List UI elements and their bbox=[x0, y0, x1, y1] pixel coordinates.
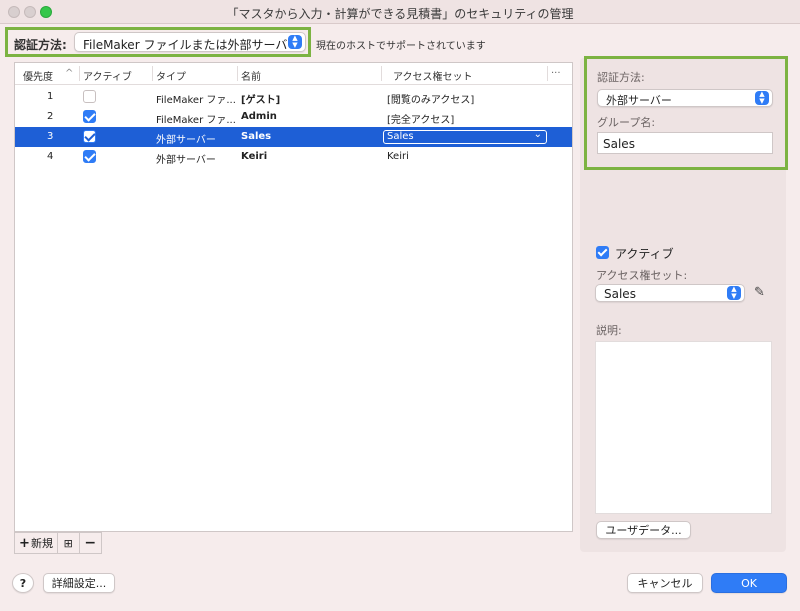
row-active-checkbox[interactable] bbox=[83, 150, 96, 163]
cancel-button[interactable]: キャンセル bbox=[627, 573, 703, 593]
table-row[interactable]: 4 外部サーバー Keiri Keiri bbox=[15, 147, 572, 167]
duplicate-icon: ⊞ bbox=[63, 536, 73, 550]
row-active-checkbox[interactable] bbox=[83, 110, 96, 123]
auth-method-label: 認証方法: bbox=[14, 38, 67, 52]
row-name: Admin bbox=[241, 111, 277, 122]
row-priority: 2 bbox=[47, 111, 54, 122]
plus-icon: + bbox=[19, 535, 30, 551]
active-checkbox[interactable] bbox=[596, 246, 609, 259]
group-name-label: グループ名: bbox=[597, 116, 656, 129]
col-divider bbox=[152, 66, 153, 81]
auth-detail-group: 認証方法: 外部サーバー ▲ ▼ グループ名: Sales bbox=[584, 56, 788, 170]
group-name-value: Sales bbox=[603, 137, 635, 151]
accounts-table: 優先度 ^ アクティブ タイプ 名前 アクセス権セット ··· 1 FileMa… bbox=[14, 62, 573, 532]
access-set-select[interactable]: Sales ▲ ▼ bbox=[595, 284, 745, 302]
col-active[interactable]: アクティブ bbox=[83, 68, 132, 83]
row-priority: 3 bbox=[47, 131, 54, 142]
minus-icon: − bbox=[84, 535, 97, 551]
col-name[interactable]: 名前 bbox=[241, 68, 261, 83]
detail-auth-label: 認証方法: bbox=[597, 71, 645, 84]
advanced-settings-button[interactable]: 詳細設定... bbox=[43, 573, 115, 593]
row-priority: 1 bbox=[47, 91, 54, 102]
window-title: 「マスタから入力・計算ができる見積書」のセキュリティの管理 bbox=[226, 7, 574, 21]
table-header: 優先度 ^ アクティブ タイプ 名前 アクセス権セット ··· bbox=[15, 63, 572, 85]
chevron-down-icon: ⌄ bbox=[533, 129, 542, 140]
col-divider bbox=[547, 66, 548, 81]
ok-button[interactable]: OK bbox=[711, 573, 787, 593]
user-data-button[interactable]: ユーザデータ... bbox=[596, 521, 691, 539]
new-account-label: 新規 bbox=[30, 537, 53, 550]
table-row-selected[interactable]: 3 外部サーバー Sales Sales ⌄ bbox=[15, 127, 572, 147]
row-access: [閲覧のみアクセス] bbox=[387, 95, 475, 106]
row-access: Keiri bbox=[387, 151, 409, 162]
access-set-label: アクセス権セット: bbox=[596, 269, 688, 282]
updown-chevron-icon: ▲ ▼ bbox=[727, 286, 741, 300]
active-label: アクティブ bbox=[615, 247, 674, 261]
table-row[interactable]: 2 FileMaker ファ... Admin [完全アクセス] bbox=[15, 107, 572, 127]
col-divider bbox=[381, 66, 382, 81]
updown-chevron-icon: ▲ ▼ bbox=[755, 91, 769, 105]
row-type: FileMaker ファ... bbox=[156, 115, 236, 126]
row-access: Sales bbox=[387, 131, 414, 142]
col-type[interactable]: タイプ bbox=[156, 68, 186, 83]
row-name: Keiri bbox=[241, 151, 268, 162]
col-priority[interactable]: 優先度 bbox=[23, 68, 53, 83]
auth-method-group: 認証方法: FileMaker ファイルまたは外部サーバー ▲ ▼ bbox=[5, 27, 311, 57]
detail-auth-value: 外部サーバー bbox=[606, 94, 672, 107]
table-row[interactable]: 1 FileMaker ファ... [ゲスト] [閲覧のみアクセス] bbox=[15, 87, 572, 107]
table-action-bar: + 新規 ⊞ − bbox=[14, 532, 102, 554]
row-active-checkbox[interactable] bbox=[83, 130, 96, 143]
row-type: 外部サーバー bbox=[156, 135, 216, 146]
more-columns-icon[interactable]: ··· bbox=[551, 68, 561, 79]
description-textarea[interactable] bbox=[595, 341, 772, 514]
new-account-button[interactable]: + 新規 bbox=[15, 533, 58, 553]
auth-method-select[interactable]: FileMaker ファイルまたは外部サーバー ▲ ▼ bbox=[74, 32, 306, 52]
detail-auth-select[interactable]: 外部サーバー ▲ ▼ bbox=[597, 89, 773, 107]
col-divider bbox=[237, 66, 238, 81]
row-type: 外部サーバー bbox=[156, 155, 216, 166]
auth-support-note: 現在のホストでサポートされています bbox=[316, 41, 486, 52]
title-bar: 「マスタから入力・計算ができる見積書」のセキュリティの管理 bbox=[0, 0, 800, 24]
row-active-checkbox[interactable] bbox=[83, 90, 96, 103]
remove-account-button[interactable]: − bbox=[80, 533, 101, 553]
col-access[interactable]: アクセス権セット bbox=[393, 68, 473, 83]
updown-chevron-icon: ▲ ▼ bbox=[288, 35, 302, 49]
col-divider bbox=[79, 66, 80, 81]
sort-ascending-icon[interactable]: ^ bbox=[65, 68, 73, 79]
row-name: Sales bbox=[241, 131, 272, 142]
duplicate-account-button[interactable]: ⊞ bbox=[58, 533, 80, 553]
access-set-value: Sales bbox=[604, 287, 636, 301]
row-name: [ゲスト] bbox=[241, 95, 281, 106]
row-type: FileMaker ファ... bbox=[156, 95, 236, 106]
help-button[interactable]: ? bbox=[12, 573, 34, 593]
group-name-input[interactable]: Sales bbox=[597, 132, 773, 154]
description-label: 説明: bbox=[596, 324, 622, 337]
row-access: [完全アクセス] bbox=[387, 115, 455, 126]
edit-pencil-icon[interactable]: ✎ bbox=[754, 285, 765, 300]
row-access-select[interactable]: Sales ⌄ bbox=[383, 129, 547, 144]
row-priority: 4 bbox=[47, 151, 54, 162]
auth-method-value: FileMaker ファイルまたは外部サーバー bbox=[83, 38, 300, 52]
